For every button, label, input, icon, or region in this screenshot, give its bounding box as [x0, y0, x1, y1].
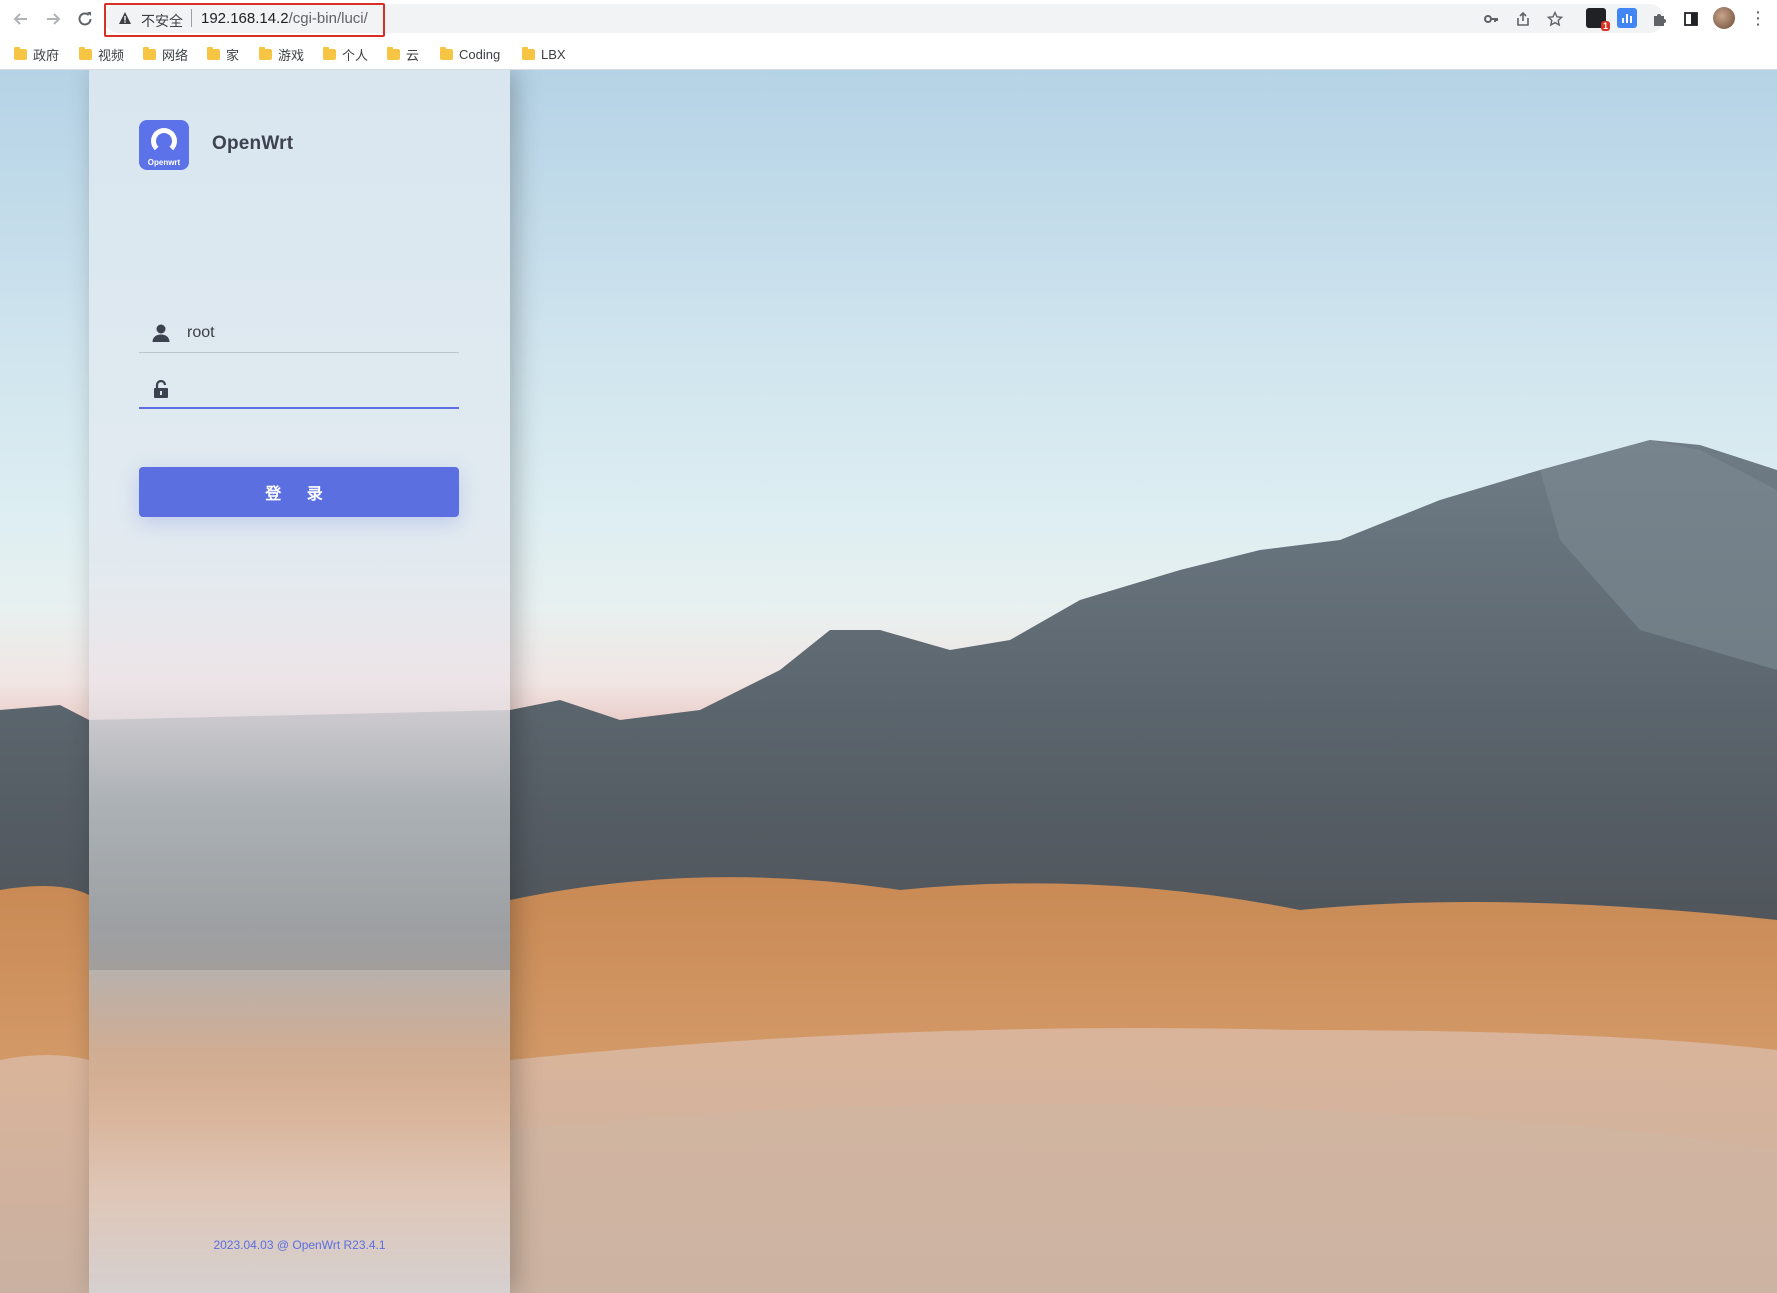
- password-key-icon[interactable]: [1481, 9, 1501, 29]
- share-icon[interactable]: [1513, 9, 1533, 29]
- profile-avatar[interactable]: [1713, 7, 1735, 29]
- bookmark-label: 个人: [342, 47, 369, 63]
- bookmark-folder[interactable]: 网络: [143, 44, 188, 64]
- bookmark-folder[interactable]: 个人: [323, 44, 368, 64]
- puzzle-extensions-icon[interactable]: [1649, 9, 1669, 29]
- logo-text: Openwrt: [147, 158, 181, 167]
- bookmark-folder[interactable]: 云: [387, 44, 419, 64]
- reload-button[interactable]: [73, 7, 97, 31]
- bookmark-label: 家: [226, 47, 240, 63]
- warning-icon[interactable]: [118, 11, 132, 25]
- folder-icon: [207, 46, 220, 60]
- password-field[interactable]: [139, 369, 459, 409]
- bookmark-label: 云: [406, 47, 420, 63]
- bookmark-label: 网络: [162, 47, 189, 63]
- arrow-right-icon: [47, 13, 61, 25]
- login-panel: Openwrt OpenWrt 登 录 2023.04.03 @ OpenWrt…: [89, 70, 510, 1293]
- footer-version: 2023.04.03 @ OpenWrt R23.4.1: [213, 1238, 386, 1252]
- folder-icon: [323, 46, 336, 60]
- folder-icon: [14, 46, 27, 60]
- bookmark-folder[interactable]: LBX: [522, 44, 566, 64]
- openwrt-logo: Openwrt: [139, 120, 189, 170]
- folder-icon: [79, 46, 92, 60]
- username-field[interactable]: [139, 313, 459, 353]
- unlock-icon: [154, 379, 168, 398]
- bookmarks-bar: 政府 视频 网络 家 游戏 个人 云 Coding LBX: [0, 37, 1777, 70]
- url-host: 192.168.14.2: [201, 10, 289, 27]
- reload-icon: [78, 12, 92, 26]
- login-page: Openwrt OpenWrt 登 录 2023.04.03 @ OpenWrt…: [0, 70, 1777, 1293]
- extension-badge-icon[interactable]: 1: [1586, 8, 1610, 31]
- extension-badge-count: 1: [1600, 21, 1610, 31]
- analytics-extension-icon[interactable]: [1617, 8, 1637, 28]
- browser-toolbar: 不安全 192.168.14.2/cgi-bin/luci/ 1 ⋮: [0, 0, 1777, 37]
- bookmark-folder[interactable]: 视频: [79, 44, 124, 64]
- folder-icon: [440, 46, 453, 60]
- side-panel-icon[interactable]: [1681, 9, 1701, 29]
- login-button[interactable]: 登 录: [139, 467, 459, 517]
- bookmark-folder[interactable]: 家: [207, 44, 239, 64]
- username-input[interactable]: [187, 321, 447, 345]
- folder-icon: [522, 46, 535, 60]
- back-button[interactable]: [9, 7, 33, 31]
- browser-menu-icon[interactable]: ⋮: [1748, 7, 1768, 29]
- folder-icon: [387, 46, 400, 60]
- user-icon: [152, 324, 170, 342]
- folder-icon: [143, 46, 156, 60]
- bookmark-label: LBX: [541, 46, 566, 62]
- bookmark-label: Coding: [459, 46, 501, 62]
- bookmark-folder[interactable]: Coding: [440, 44, 500, 64]
- url-path: /cgi-bin/luci/: [288, 10, 368, 27]
- forward-button[interactable]: [41, 7, 65, 31]
- bookmark-folder[interactable]: 政府: [14, 44, 59, 64]
- brand-title: OpenWrt: [212, 133, 294, 154]
- bookmark-label: 政府: [33, 47, 60, 63]
- url-separator: [191, 9, 192, 27]
- bookmark-star-icon[interactable]: [1545, 9, 1565, 29]
- arrow-left-icon: [13, 13, 27, 25]
- password-input[interactable]: [187, 377, 447, 401]
- folder-icon: [259, 46, 272, 60]
- bookmark-label: 游戏: [278, 47, 305, 63]
- insecure-label[interactable]: 不安全: [141, 11, 183, 31]
- bookmark-folder[interactable]: 游戏: [259, 44, 304, 64]
- url-text[interactable]: 192.168.14.2/cgi-bin/luci/: [201, 10, 368, 27]
- bookmark-label: 视频: [98, 47, 125, 63]
- logo-ring-icon: [151, 128, 177, 154]
